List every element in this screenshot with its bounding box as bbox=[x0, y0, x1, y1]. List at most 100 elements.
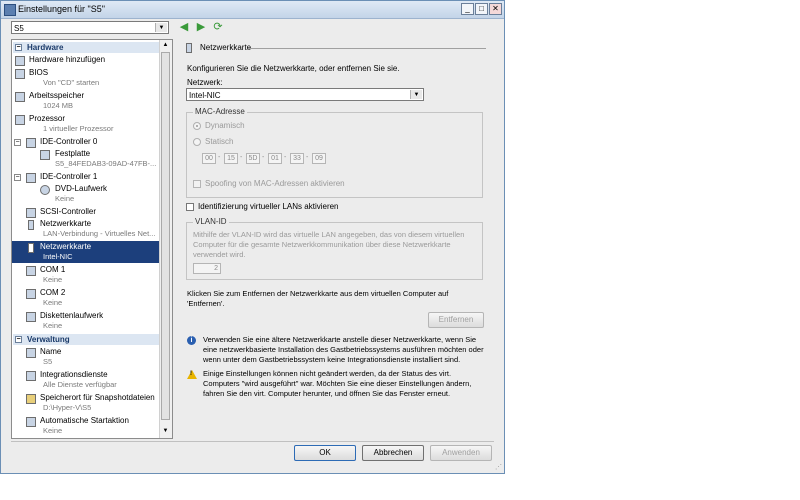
cancel-button[interactable]: Abbrechen bbox=[362, 445, 424, 461]
collapse-icon[interactable]: − bbox=[15, 336, 22, 343]
tree-item-auto-start[interactable]: Automatische Startaktion Keine bbox=[12, 415, 160, 437]
mac-separator: - bbox=[262, 154, 265, 161]
close-button[interactable]: ✕ bbox=[489, 3, 502, 15]
mac-separator: - bbox=[284, 154, 287, 161]
vm-selector[interactable]: S5 ▼ bbox=[11, 21, 169, 34]
vlan-id-field[interactable]: 2 bbox=[193, 263, 221, 274]
tree-item-label: DVD-Laufwerk bbox=[55, 184, 108, 193]
mac-static-label: Statisch bbox=[205, 137, 234, 146]
mac-octet-field[interactable]: 15 bbox=[224, 153, 238, 164]
tree-item-sub: LAN-Verbindung - Virtuelles Net... bbox=[43, 229, 156, 238]
controller-icon bbox=[26, 138, 36, 148]
harddisk-icon bbox=[40, 150, 50, 160]
tree-item-ide0[interactable]: − IDE-Controller 0 bbox=[12, 136, 160, 148]
tree-item-label: IDE-Controller 1 bbox=[40, 172, 98, 181]
scroll-down-icon[interactable]: ▼ bbox=[161, 426, 170, 436]
memory-icon bbox=[15, 92, 25, 102]
tree-item-label: Prozessor bbox=[29, 114, 66, 123]
mac-static-radio[interactable] bbox=[193, 138, 201, 146]
tree-item-name[interactable]: Name S5 bbox=[12, 346, 160, 368]
add-hardware-icon bbox=[15, 56, 25, 66]
chevron-down-icon: ▼ bbox=[410, 90, 422, 99]
warning-message: Einige Einstellungen können nicht geände… bbox=[203, 369, 472, 398]
minimize-button[interactable]: _ bbox=[461, 3, 474, 15]
tree-item-com2[interactable]: COM 2 Keine bbox=[12, 287, 160, 309]
tree-item-label: Automatische Startaktion bbox=[40, 416, 129, 425]
tree-item-harddisk[interactable]: Festplatte S5_84FEDAB3-09AD-47FB-... bbox=[12, 148, 160, 170]
tree-item-label: Name bbox=[40, 347, 62, 356]
tree-item-sub: 1 virtueller Prozessor bbox=[43, 124, 114, 133]
scroll-thumb[interactable] bbox=[161, 52, 170, 420]
info-icon: i bbox=[187, 336, 196, 345]
maximize-button[interactable]: □ bbox=[475, 3, 488, 15]
mac-spoofing-label: Spoofing von MAC-Adressen aktivieren bbox=[205, 179, 345, 188]
tree-item-sub: Von "CD" starten bbox=[43, 78, 100, 87]
tree-item-label: IDE-Controller 0 bbox=[40, 137, 98, 146]
tree-item-sub: Intel-NIC bbox=[43, 252, 73, 261]
tree-item-integration[interactable]: Integrationsdienste Alle Dienste verfügb… bbox=[12, 369, 160, 391]
mac-octet-field[interactable]: 09 bbox=[312, 153, 326, 164]
tree-item-sub: Alle Dienste verfügbar bbox=[43, 380, 117, 389]
management-section-header[interactable]: − Verwaltung bbox=[13, 334, 160, 345]
hardware-section-header[interactable]: − Hardware bbox=[13, 42, 160, 53]
window-title: Einstellungen für "S5" bbox=[18, 4, 105, 14]
network-label: Netzwerk: bbox=[187, 78, 223, 87]
tree-item-label: Arbeitsspeicher bbox=[29, 91, 85, 100]
mac-octet-field[interactable]: 00 bbox=[202, 153, 216, 164]
warning-icon: ! bbox=[187, 370, 197, 379]
back-icon[interactable]: ◀ bbox=[178, 21, 190, 33]
chevron-down-icon: ▼ bbox=[155, 23, 167, 32]
integration-services-icon bbox=[26, 371, 36, 381]
tree-item-snapshot-location[interactable]: Speicherort für Snapshotdateien D:\Hyper… bbox=[12, 392, 160, 414]
tree-item-label: Netzwerkkarte bbox=[40, 242, 92, 251]
tree-scrollbar[interactable]: ▲ ▼ bbox=[159, 40, 172, 438]
collapse-icon[interactable]: − bbox=[14, 139, 21, 146]
ok-button[interactable]: OK bbox=[294, 445, 356, 461]
mac-octet-field[interactable]: 33 bbox=[290, 153, 304, 164]
tree-item-sub: S5 bbox=[43, 357, 53, 366]
apply-button[interactable]: Anwenden bbox=[430, 445, 492, 461]
tree-item-sub: S5_84FEDAB3-09AD-47FB-... bbox=[55, 159, 157, 168]
resize-grip-icon[interactable]: ⋰ bbox=[495, 463, 502, 471]
tree-item-scsi[interactable]: SCSI-Controller bbox=[12, 206, 160, 218]
remove-instructions: Klicken Sie zum Entfernen der Netzwerkka… bbox=[187, 289, 449, 308]
tree-item-label: Diskettenlaufwerk bbox=[40, 311, 104, 320]
refresh-icon[interactable]: ⟳ bbox=[212, 21, 224, 33]
settings-window: Einstellungen für "S5" _ □ ✕ S5 ▼ ◀ ▶ ⟳ … bbox=[0, 0, 505, 474]
com-port-icon bbox=[26, 289, 36, 299]
tree-item-nic1[interactable]: Netzwerkkarte LAN-Verbindung - Virtuelle… bbox=[12, 218, 160, 240]
remove-button[interactable]: Entfernen bbox=[428, 312, 484, 328]
tree-item-label: COM 1 bbox=[40, 265, 66, 274]
tree-item-memory[interactable]: Arbeitsspeicher 1024 MB bbox=[12, 90, 160, 112]
network-adapter-icon bbox=[28, 220, 34, 230]
tree-item-com1[interactable]: COM 1 Keine bbox=[12, 264, 160, 286]
heading-divider bbox=[248, 48, 486, 49]
tree-item-nic2[interactable]: Netzwerkkarte Intel-NIC bbox=[12, 241, 160, 263]
mac-octet-field[interactable]: 5D bbox=[246, 153, 260, 164]
mac-dynamic-radio[interactable] bbox=[193, 122, 201, 130]
com-port-icon bbox=[26, 266, 36, 276]
tree-item-ide1[interactable]: − IDE-Controller 1 bbox=[12, 171, 160, 183]
controller-icon bbox=[26, 173, 36, 183]
settings-tree: − Hardware Hardware hinzufügen BIOS Von … bbox=[11, 39, 173, 439]
mac-octet-field[interactable]: 01 bbox=[268, 153, 282, 164]
vlan-checkbox[interactable] bbox=[186, 203, 194, 211]
controller-icon bbox=[26, 208, 36, 218]
tree-item-dvd[interactable]: DVD-Laufwerk Keine bbox=[12, 183, 160, 205]
tree-item-sub: 1024 MB bbox=[43, 101, 74, 110]
network-select[interactable]: Intel-NIC ▼ bbox=[186, 88, 424, 101]
management-header-label: Verwaltung bbox=[27, 335, 70, 344]
tree-item-processor[interactable]: Prozessor 1 virtueller Prozessor bbox=[12, 113, 160, 135]
vlan-description: Mithilfe der VLAN-ID wird das virtuelle … bbox=[193, 230, 465, 259]
network-adapter-icon bbox=[28, 243, 34, 253]
collapse-icon[interactable]: − bbox=[15, 44, 22, 51]
tree-item-sub: Keine bbox=[43, 298, 63, 307]
forward-icon[interactable]: ▶ bbox=[195, 21, 207, 33]
intro-text: Konfigurieren Sie die Netzwerkkarte, ode… bbox=[187, 64, 400, 73]
scroll-up-icon[interactable]: ▲ bbox=[161, 40, 170, 50]
bios-icon bbox=[15, 69, 25, 79]
tree-item-floppy[interactable]: Diskettenlaufwerk Keine bbox=[12, 310, 160, 332]
collapse-icon[interactable]: − bbox=[14, 174, 21, 181]
mac-spoofing-checkbox[interactable] bbox=[193, 180, 201, 188]
tree-item-bios[interactable]: BIOS Von "CD" starten bbox=[12, 67, 160, 89]
